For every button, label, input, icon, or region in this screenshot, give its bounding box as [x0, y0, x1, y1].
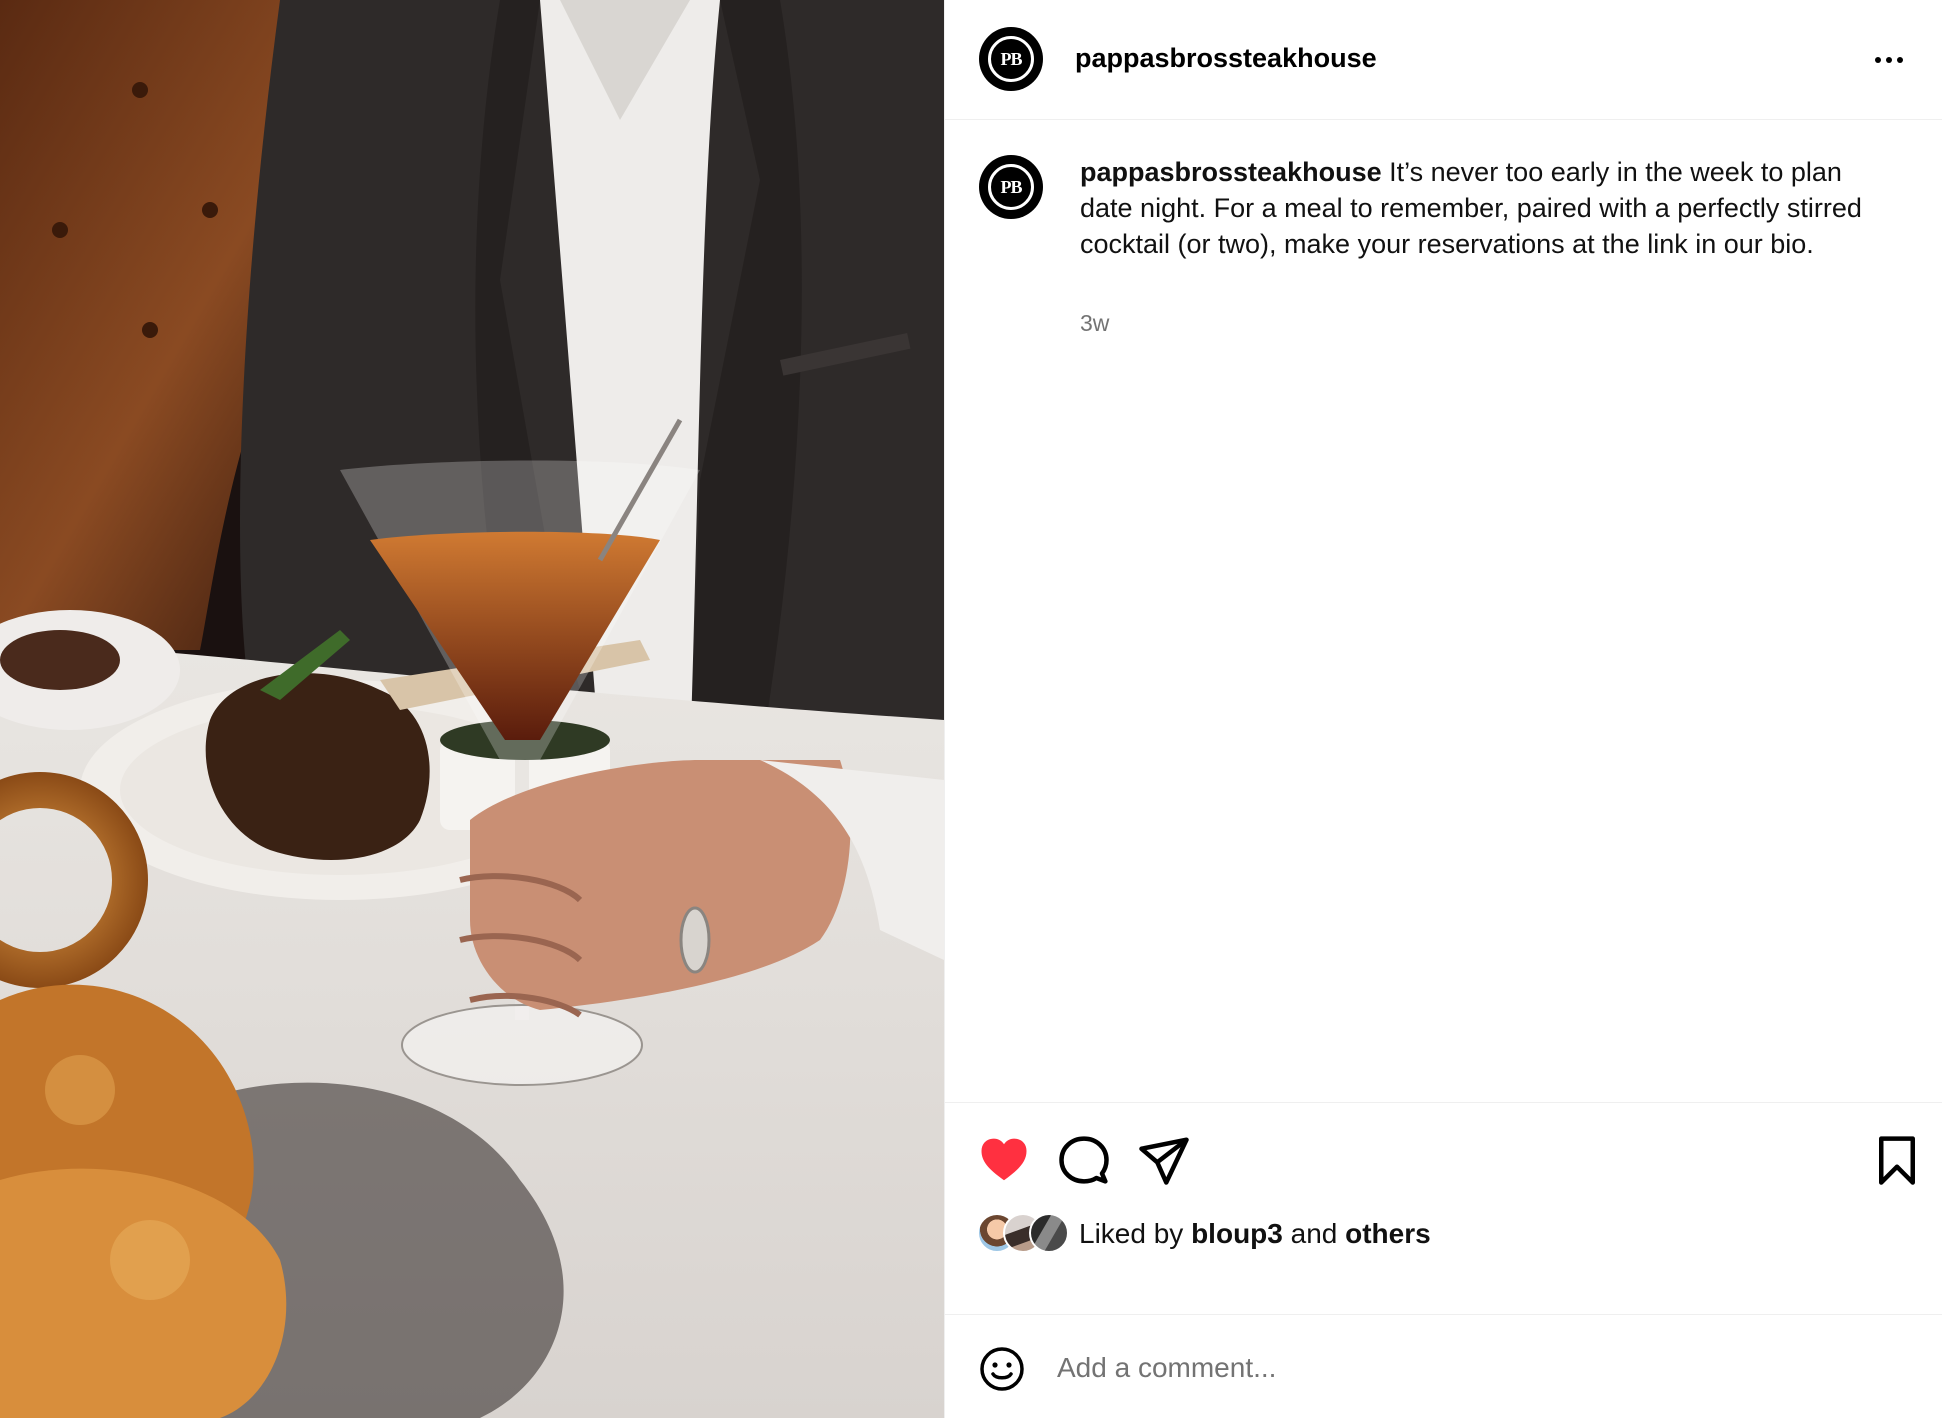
- post-panel: PB pappasbrossteakhouse PB pappasbrosste…: [944, 0, 1942, 1418]
- comment-input[interactable]: [1057, 1343, 1877, 1393]
- comment-section: [945, 1314, 1942, 1418]
- dot-icon: [1886, 57, 1892, 63]
- liker-username[interactable]: bloup3: [1191, 1218, 1283, 1249]
- post-timestamp[interactable]: 3w: [1080, 310, 1109, 337]
- heart-filled-icon: [981, 1138, 1027, 1181]
- likes-others-link[interactable]: others: [1345, 1218, 1431, 1249]
- likes-prefix: Liked by: [1079, 1218, 1192, 1249]
- caption-text: pappasbrossteakhouse It’s never too earl…: [1080, 154, 1900, 262]
- like-button[interactable]: [977, 1133, 1031, 1187]
- comment-bubble-icon: [1059, 1136, 1109, 1184]
- more-options-button[interactable]: [1865, 40, 1913, 80]
- actions-section: Liked by bloup3 and others: [945, 1102, 1942, 1314]
- dot-icon: [1897, 57, 1903, 63]
- steak-cocktail-image: [0, 0, 944, 1418]
- caption-username[interactable]: pappasbrossteakhouse: [1080, 157, 1382, 187]
- avatar-ring: PB: [988, 164, 1034, 210]
- dot-icon: [1875, 57, 1881, 63]
- save-button[interactable]: [1870, 1133, 1924, 1187]
- liker-avatar: [1029, 1213, 1069, 1253]
- liker-avatars[interactable]: [977, 1213, 1077, 1255]
- bookmark-icon: [1879, 1136, 1915, 1185]
- comment-button[interactable]: [1057, 1133, 1111, 1187]
- caption-avatar[interactable]: PB: [979, 155, 1043, 219]
- avatar-initials: PB: [1000, 48, 1022, 69]
- likes-text: Liked by bloup3 and others: [1079, 1218, 1431, 1250]
- post-photo[interactable]: [0, 0, 944, 1418]
- avatar-ring: PB: [988, 36, 1034, 82]
- avatar[interactable]: PB: [979, 27, 1043, 91]
- likes-connector: and: [1282, 1218, 1346, 1249]
- share-button[interactable]: [1137, 1133, 1191, 1187]
- smiley-icon: [980, 1347, 1024, 1391]
- emoji-button[interactable]: [978, 1345, 1026, 1393]
- post-header: PB pappasbrossteakhouse: [945, 0, 1942, 120]
- paper-plane-icon: [1139, 1137, 1189, 1185]
- avatar-initials: PB: [1000, 176, 1022, 197]
- header-username[interactable]: pappasbrossteakhouse: [1075, 43, 1377, 74]
- likes-row: Liked by bloup3 and others: [977, 1211, 1431, 1257]
